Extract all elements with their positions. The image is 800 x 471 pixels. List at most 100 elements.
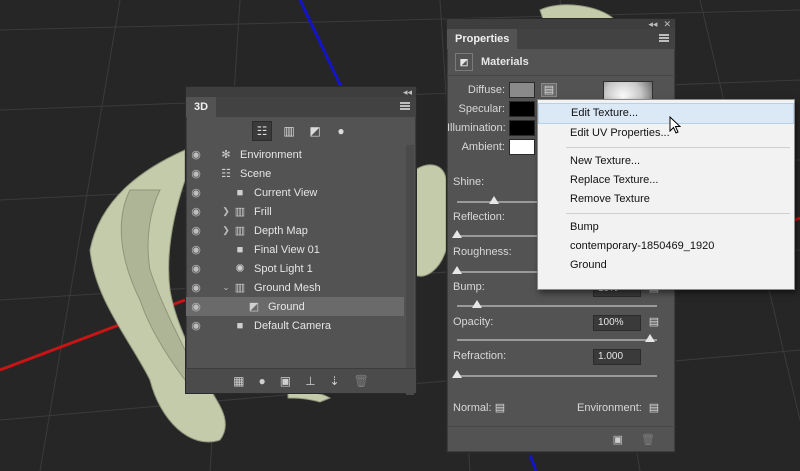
bump-slider-knob[interactable] [472,300,482,308]
3d-panel[interactable]: ◂◂ 3D ☷ ▥ ◩ ● ◉ ✻ Environment ◉ ☷ Scene ◉ ■ Curr… [185,86,417,395]
materials-icon: ◩ [455,53,473,71]
lights-filter-button[interactable]: ● [332,122,350,140]
visibility-eye-icon[interactable]: ◉ [186,224,206,237]
environment-label: Environment: [577,402,642,414]
close-icon[interactable]: ✕ [663,19,671,30]
whole-scene-icon: ☷ [256,124,268,138]
visibility-eye-icon[interactable]: ◉ [186,167,206,180]
opacity-texture-folder-icon[interactable]: ▤ [647,316,661,328]
illumination-label: Illumination: [447,122,506,134]
scene-item-spot-light-1[interactable]: ◉ ✺ Spot Light 1 [186,259,404,278]
materials-icon: ◩ [309,124,321,138]
ambient-swatch[interactable] [509,139,535,155]
delete-icon[interactable]: 🗑 [354,374,369,388]
expand-chevron-icon[interactable]: ❯ [220,206,232,217]
y-axis-line [298,0,347,96]
y-axis-line-bottom [528,454,538,471]
scene-item-frill[interactable]: ◉ ❯ ▥ Frill [186,202,404,221]
refraction-slider-knob[interactable] [452,370,462,378]
panel-3d-footer: ▦ ● ▣ ⊥ ⇣ 🗑 [186,368,416,393]
panel-menu-icon[interactable] [400,102,410,111]
bump-slider[interactable] [457,305,657,307]
scene-filter-bar: ☷ ▥ ◩ ● [186,117,416,145]
collapse-icon[interactable]: ◂◂ [403,87,412,98]
menu-item-bump[interactable]: Bump [538,218,794,237]
panel-menu-icon[interactable] [659,34,669,43]
menu-item-edit-texture[interactable]: Edit Texture... [538,103,794,124]
mesh-icon: ▥ [234,282,246,294]
visibility-eye-icon[interactable]: ◉ [186,148,206,161]
properties-titlebar[interactable]: ◂◂ ✕ [447,19,675,29]
scene-item-scene[interactable]: ◉ ☷ Scene [186,164,404,183]
render-icon[interactable]: ▣ [613,433,623,446]
render-icon[interactable]: ▣ [280,374,291,388]
visibility-eye-icon[interactable]: ◉ [186,186,206,199]
menu-item-edit-uv-properties[interactable]: Edit UV Properties... [538,124,794,143]
scene-item-default-camera[interactable]: ◉ ■ Default Camera [186,316,404,335]
ambient-label: Ambient: [461,141,505,153]
menu-item-contemporary-1850469-1920[interactable]: contemporary-1850469_1920 [538,237,794,256]
scene-item-ground[interactable]: ◉ ◩ Ground [186,297,404,316]
move-to-ground-icon[interactable]: ⇣ [330,374,340,388]
normal-folder-icon[interactable]: ▤ [493,402,507,414]
opacity-slider[interactable] [457,339,657,341]
add-light-icon[interactable]: ● [259,374,266,388]
specular-swatch[interactable] [509,101,535,117]
lights-icon: ● [337,124,345,138]
roughness-label: Roughness: [453,246,512,258]
scene-item-depth-map[interactable]: ◉ ❯ ▥ Depth Map [186,221,404,240]
scene-item-label: Frill [254,205,272,218]
menu-item-new-texture[interactable]: New Texture... [538,152,794,171]
shine-slider-knob[interactable] [489,196,499,204]
visibility-eye-icon[interactable]: ◉ [186,300,206,313]
menu-item-replace-texture[interactable]: Replace Texture... [538,171,794,190]
visibility-eye-icon[interactable]: ◉ [186,205,206,218]
opacity-slider-knob[interactable] [645,334,655,342]
ambient-row: Ambient: [447,138,535,156]
scrollbar[interactable] [406,145,414,395]
visibility-eye-icon[interactable]: ◉ [186,319,206,332]
materials-filter-button[interactable]: ◩ [306,122,324,140]
menu-item-ground[interactable]: Ground [538,256,794,275]
drop-to-ground-icon[interactable]: ⊥ [305,374,315,388]
add-constraint-icon[interactable]: ▦ [233,374,244,388]
texture-folder-icon[interactable]: ▤ [541,83,557,97]
opacity-field[interactable]: 100% [593,315,641,331]
scene-item-final-view-01[interactable]: ◉ ■ Final View 01 [186,240,404,259]
visibility-eye-icon[interactable]: ◉ [186,281,206,294]
scene-item-label: Environment [240,148,302,161]
section-title: Materials [481,56,529,68]
diffuse-swatch[interactable] [509,82,535,98]
collapse-chevron-icon[interactable]: ⌄ [220,282,232,293]
menu-item-remove-texture[interactable]: Remove Texture [538,190,794,209]
specular-label: Specular: [458,103,505,115]
refraction-field[interactable]: 1.000 [593,349,641,365]
scene-item-environment[interactable]: ◉ ✻ Environment [186,145,404,164]
roughness-slider-knob[interactable] [452,266,462,274]
mesh-icon: ▥ [234,206,246,218]
panel-3d-titlebar[interactable]: ◂◂ [186,87,416,97]
reflection-slider-knob[interactable] [452,230,462,238]
refraction-label: Refraction: [453,350,507,362]
expand-chevron-icon[interactable]: ❯ [220,225,232,236]
mesh-icon: ▥ [234,225,246,237]
scene-icon: ☷ [221,168,231,180]
tab-properties[interactable]: Properties [447,29,518,49]
visibility-eye-icon[interactable]: ◉ [186,262,206,275]
scene-item-current-view[interactable]: ◉ ■ Current View [186,183,404,202]
tab-3d[interactable]: 3D [186,97,217,117]
scene-item-label: Ground Mesh [254,281,321,294]
bump-label: Bump: [453,281,485,293]
illumination-swatch[interactable] [509,120,535,136]
properties-footer: ▣ 🗑 [447,426,675,452]
scene-item-label: Default Camera [254,319,332,332]
whole-scene-filter-button[interactable]: ☷ [252,121,272,141]
environment-folder-icon[interactable]: ▤ [647,402,661,414]
scene-item-ground-mesh[interactable]: ◉ ⌄ ▥ Ground Mesh [186,278,404,297]
collapse-icon[interactable]: ◂◂ [648,19,657,30]
visibility-eye-icon[interactable]: ◉ [186,243,206,256]
refraction-slider[interactable] [457,375,657,377]
shine-label: Shine: [453,176,485,188]
delete-icon[interactable]: 🗑 [641,433,655,446]
meshes-filter-button[interactable]: ▥ [280,122,298,140]
